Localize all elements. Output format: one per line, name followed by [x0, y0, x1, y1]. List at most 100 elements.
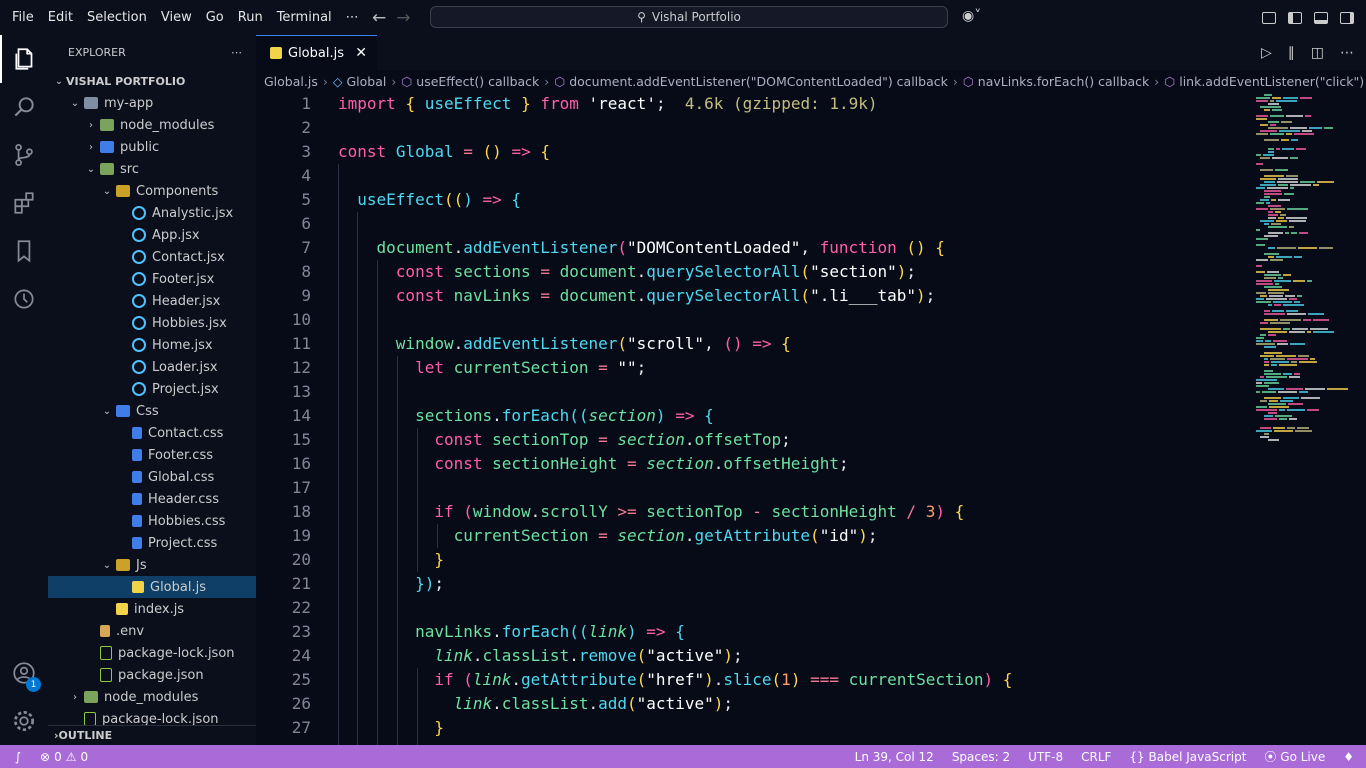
menu-terminal[interactable]: Terminal — [270, 10, 339, 25]
indentation[interactable]: Spaces: 2 — [952, 750, 1010, 764]
minimap-line — [1256, 283, 1273, 285]
minimap-line — [1260, 295, 1267, 297]
tree-item[interactable]: index.js — [48, 598, 256, 620]
tree-item[interactable]: Header.jsx — [48, 290, 256, 312]
breadcrumb-file[interactable]: Global.js — [264, 74, 318, 89]
manage-gear-icon[interactable] — [0, 697, 48, 745]
minimap[interactable] — [1256, 92, 1356, 745]
tree-item[interactable]: Contact.jsx — [48, 246, 256, 268]
code-token: { — [540, 142, 550, 161]
extensions-icon[interactable] — [0, 179, 48, 227]
tree-item[interactable]: Hobbies.css — [48, 510, 256, 532]
minimap-line — [1327, 388, 1348, 390]
back-arrow-icon[interactable]: ← — [372, 8, 386, 28]
breadcrumb-useeffect[interactable]: useEffect() callback — [416, 74, 539, 89]
code-token: { — [704, 406, 714, 425]
chevron-right-icon: › — [89, 141, 93, 153]
tree-item[interactable]: Home.jsx — [48, 334, 256, 356]
tree-item[interactable]: package.json — [48, 664, 256, 686]
problems-indicator[interactable]: ⊗ 0 ⚠ 0 — [40, 750, 88, 764]
source-control-icon[interactable] — [0, 131, 48, 179]
code-token: ( — [636, 646, 647, 665]
search-view-icon[interactable] — [0, 83, 48, 131]
explorer-more-icon[interactable]: ⋯ — [231, 46, 242, 59]
tree-item[interactable]: Hobbies.jsx — [48, 312, 256, 334]
menu-file[interactable]: File — [5, 10, 41, 25]
tree-item[interactable]: Footer.css — [48, 444, 256, 466]
breadcrumb-click[interactable]: link.addEventListener("click") callback — [1179, 74, 1366, 89]
tree-item[interactable]: ⌄ Css — [48, 400, 256, 422]
tree-item[interactable]: › public — [48, 136, 256, 158]
code-token: . — [636, 286, 647, 305]
menu-run[interactable]: Run — [231, 10, 270, 25]
compare-icon[interactable]: ∥ — [1288, 45, 1295, 61]
code-token: ; — [838, 454, 849, 473]
minimap-line — [1256, 343, 1275, 345]
more-actions-icon[interactable]: ⋯ — [1340, 45, 1354, 61]
split-editor-icon[interactable]: ◫ — [1311, 45, 1324, 61]
tree-root-folder[interactable]: ⌄ VISHAL PORTFOLIO — [48, 70, 256, 92]
tree-item[interactable]: App.jsx — [48, 224, 256, 246]
encoding[interactable]: UTF-8 — [1028, 750, 1063, 764]
tree-item[interactable]: Project.jsx — [48, 378, 256, 400]
menu-edit[interactable]: Edit — [41, 10, 80, 25]
tree-item[interactable]: .env — [48, 620, 256, 642]
line-number: 27 — [291, 718, 311, 737]
tree-item[interactable]: › node_modules — [48, 114, 256, 136]
menu-more[interactable]: ⋯ — [339, 10, 366, 25]
tree-item[interactable]: Footer.jsx — [48, 268, 256, 290]
command-center-search[interactable]: ⚲ Vishal Portfolio — [430, 6, 948, 28]
run-icon[interactable]: ▷ — [1261, 45, 1272, 61]
tree-item[interactable]: Global.js — [48, 576, 256, 598]
remote-icon[interactable]: ∫ — [0, 745, 36, 768]
menu-selection[interactable]: Selection — [80, 10, 154, 25]
tree-item[interactable]: Contact.css — [48, 422, 256, 444]
toggle-sidebar-icon[interactable] — [1288, 11, 1302, 24]
forward-arrow-icon[interactable]: → — [396, 8, 410, 28]
tree-item[interactable]: ⌄ Js — [48, 554, 256, 576]
code-editor[interactable]: 1 import { useEffect } from 'react'; 4.6k… — [256, 92, 1256, 745]
outline-section[interactable]: › OUTLINE — [48, 725, 256, 745]
explorer-icon[interactable] — [0, 35, 48, 83]
tree-item[interactable]: Header.css — [48, 488, 256, 510]
notifications-bell-icon[interactable]: ♦ — [1343, 750, 1354, 764]
menu-go[interactable]: Go — [199, 10, 231, 25]
jsx-icon — [132, 206, 146, 220]
minimap-line — [1256, 430, 1272, 432]
tree-item[interactable]: ⌄ src — [48, 158, 256, 180]
tree-item[interactable]: Loader.jsx — [48, 356, 256, 378]
tree-item[interactable]: Global.css — [48, 466, 256, 488]
toggle-secondary-sidebar-icon[interactable] — [1340, 11, 1354, 24]
account-icon[interactable]: 1 — [0, 649, 48, 697]
code-token: = — [598, 358, 608, 377]
tab-global-js[interactable]: Global.js ✕ — [256, 35, 377, 70]
tree-item[interactable]: package-lock.json — [48, 642, 256, 664]
minimap-line — [1264, 352, 1282, 354]
tree-item[interactable]: ⌄ Components — [48, 180, 256, 202]
customize-layout-icon[interactable] — [1262, 11, 1276, 24]
folder-green-icon — [84, 691, 98, 703]
close-icon[interactable]: ✕ — [355, 45, 367, 61]
tree-item[interactable]: Project.css — [48, 532, 256, 554]
breadcrumb-foreach[interactable]: navLinks.forEach() callback — [978, 74, 1150, 89]
tree-item[interactable]: ⌄ my-app — [48, 92, 256, 114]
breadcrumb-global[interactable]: Global — [346, 74, 386, 89]
bookmark-icon[interactable] — [0, 227, 48, 275]
copilot-icon[interactable]: ◉˅ — [962, 8, 981, 24]
tree-item[interactable]: Analystic.jsx — [48, 202, 256, 224]
code-line: 25 if (link.getAttribute("href").slice(1… — [256, 668, 1256, 692]
cursor-position[interactable]: Ln 39, Col 12 — [855, 750, 934, 764]
toggle-panel-icon[interactable] — [1314, 11, 1328, 24]
tree-item[interactable]: › node_modules — [48, 686, 256, 708]
line-ending[interactable]: CRLF — [1081, 750, 1111, 764]
code-token: import — [338, 94, 396, 113]
menu-view[interactable]: View — [154, 10, 199, 25]
language-mode[interactable]: {} Babel JavaScript — [1129, 750, 1246, 764]
breadcrumb-domcontentloaded[interactable]: document.addEventListener("DOMContentLoa… — [569, 74, 948, 89]
timeline-history-icon[interactable] — [0, 275, 48, 323]
go-live-button[interactable]: ⦿ Go Live — [1264, 748, 1325, 765]
tab-label: Global.js — [288, 45, 344, 61]
